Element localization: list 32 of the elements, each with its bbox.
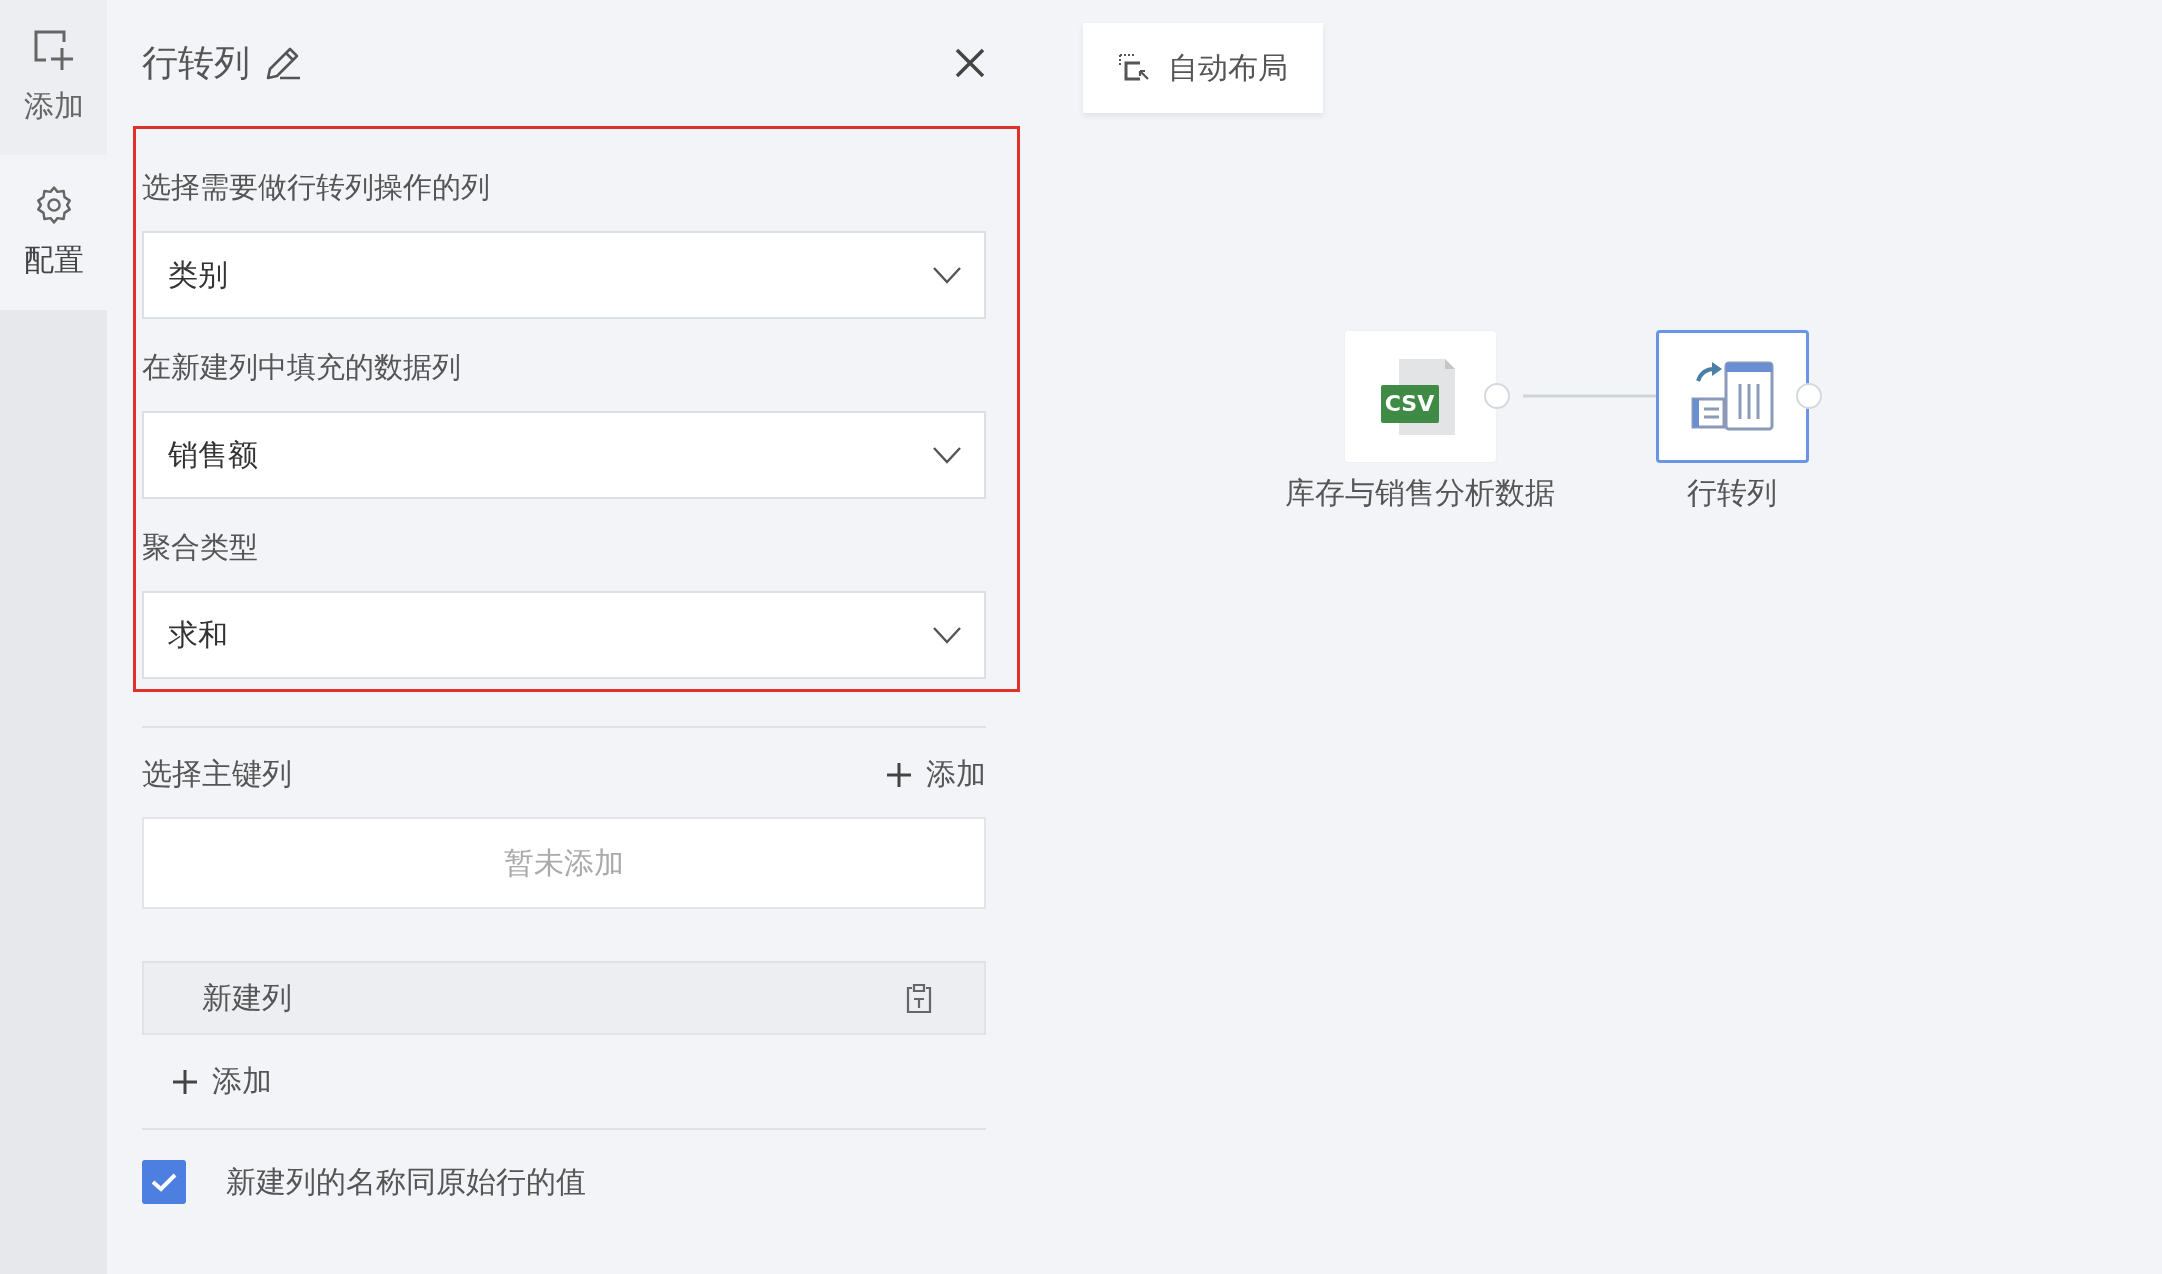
checkbox-label: 新建列的名称同原始行的值 — [226, 1162, 586, 1201]
field-label: 聚合类型 — [142, 529, 259, 565]
select-field[interactable]: 求和 — [142, 591, 986, 679]
add-button[interactable]: 添加 — [172, 1061, 272, 1102]
plus-icon — [172, 1068, 198, 1095]
field-label: 选择需要做行转列操作的列 — [142, 169, 491, 205]
chevron-down-icon — [932, 625, 962, 645]
chevron-down-icon — [932, 445, 962, 465]
checkmark-icon — [150, 1171, 178, 1193]
column-name: 新建列 — [202, 978, 292, 1017]
flow-node[interactable] — [1656, 330, 1809, 463]
chevron-down-icon — [932, 265, 962, 285]
field-label: 在新建列中填充的数据列 — [142, 349, 462, 385]
flow-node[interactable]: CSV — [1344, 330, 1497, 463]
rail-label: 配置 — [23, 241, 84, 279]
close-icon[interactable] — [954, 47, 986, 79]
section-label: 选择主键列 — [142, 755, 292, 793]
auto-layout-button[interactable]: 自动布局 — [1083, 23, 1323, 113]
select-field[interactable]: 类别 — [142, 231, 986, 319]
layout-icon — [1118, 53, 1150, 83]
rail-item[interactable]: 配置 — [0, 155, 107, 310]
empty-list: 暂未添加 — [142, 817, 986, 909]
panel-title: 行转列 — [142, 40, 250, 85]
rail-item[interactable]: 添加 — [0, 0, 107, 155]
plus-icon — [886, 761, 912, 788]
checkbox[interactable] — [142, 1160, 186, 1204]
select-field[interactable]: 销售额 — [142, 411, 986, 499]
add-button[interactable]: 添加 — [886, 754, 986, 795]
clipboard-icon[interactable] — [904, 982, 934, 1014]
node-label: 行转列 — [1687, 474, 1777, 512]
node-label: 库存与销售分析数据 — [1285, 474, 1555, 512]
rail-label: 添加 — [23, 87, 84, 125]
